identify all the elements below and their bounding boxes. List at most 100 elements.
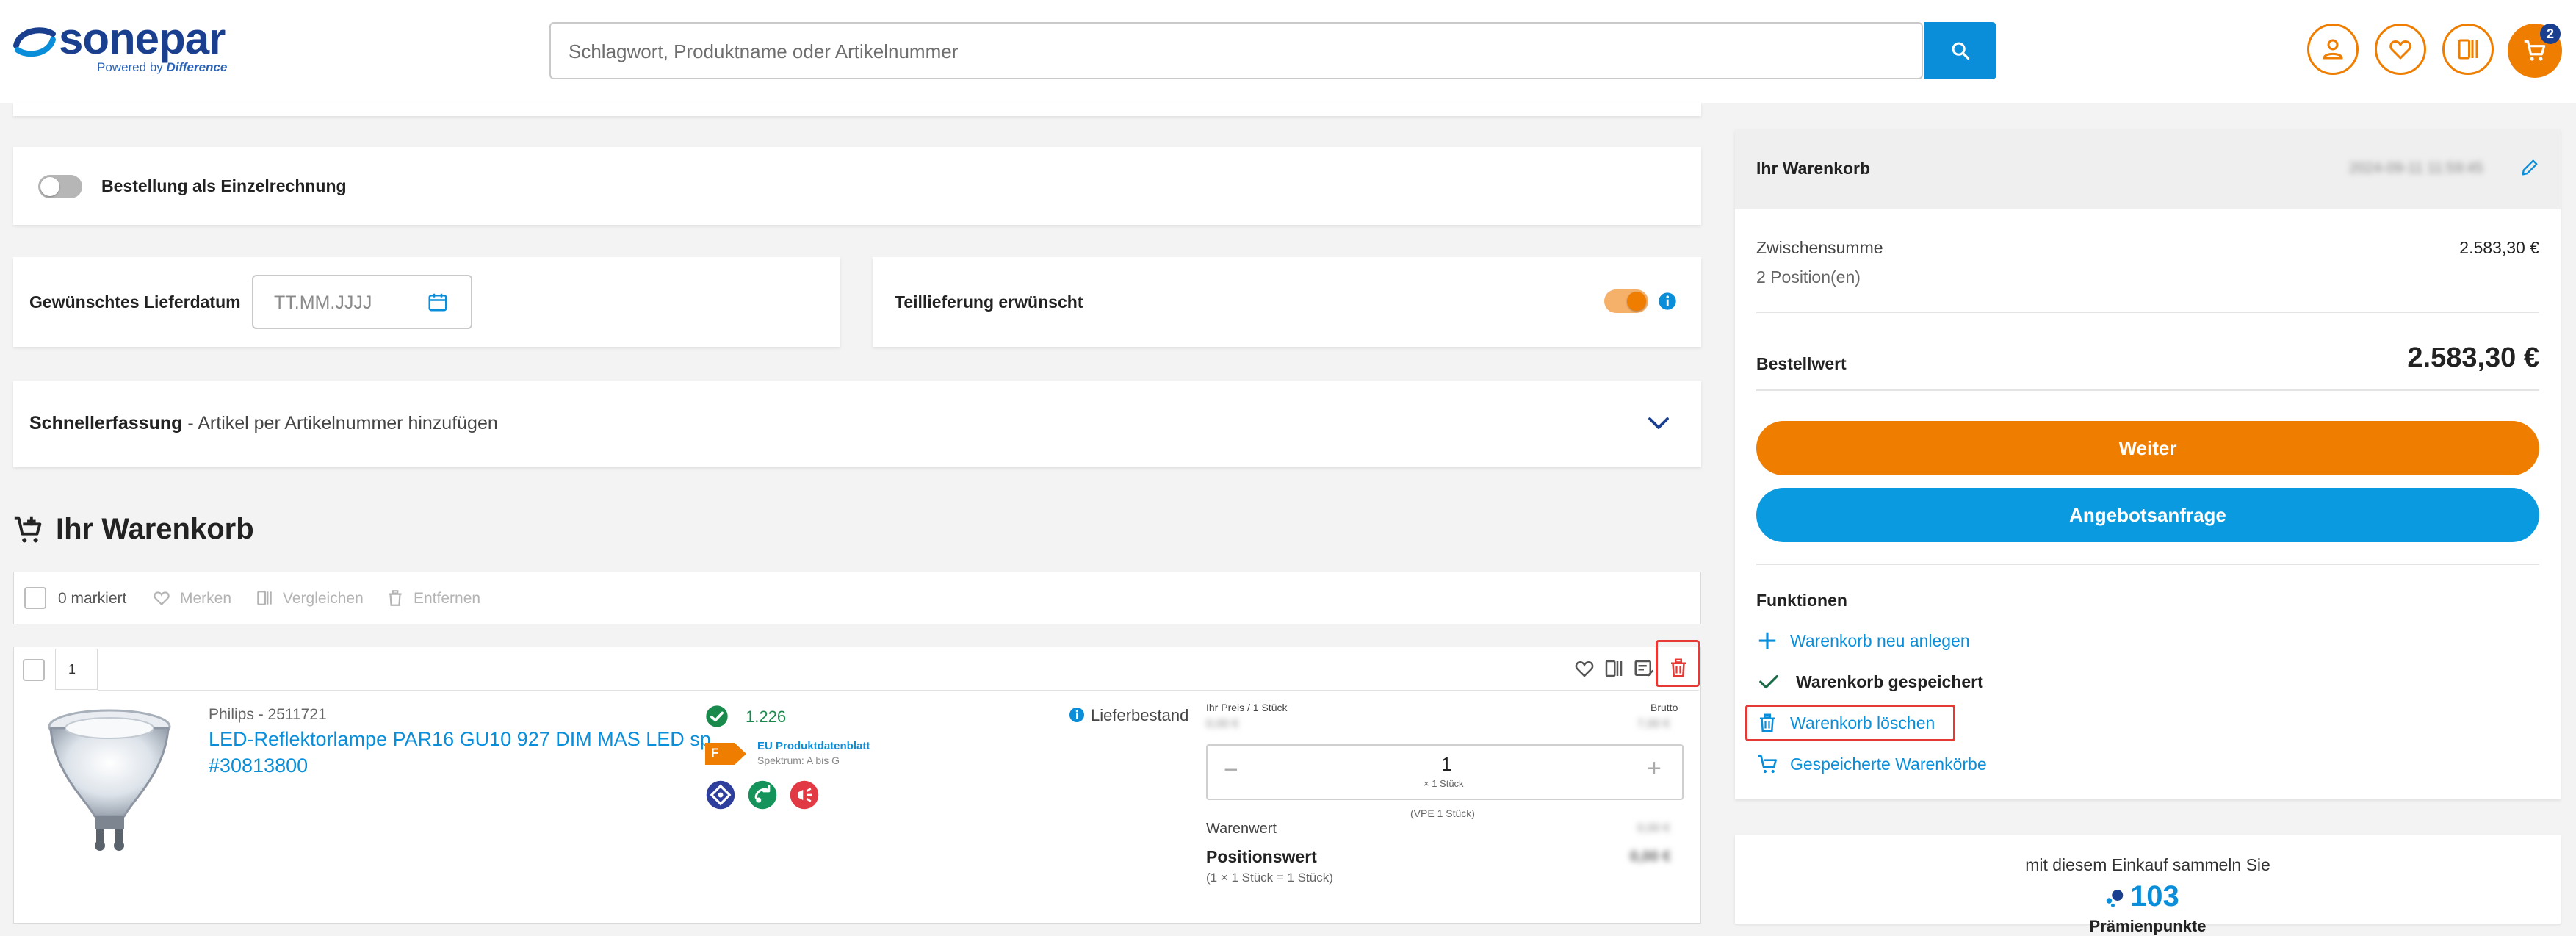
cart-count-badge: 2 xyxy=(2540,24,2561,44)
feature-badge-3-icon xyxy=(790,780,819,810)
compare-button[interactable] xyxy=(2442,24,2494,75)
cart-item: 1 Philips - 2511721 LED-Reflektorlampe P… xyxy=(13,640,1701,924)
item-checkbox[interactable] xyxy=(23,659,45,681)
positions-count: 2 Position(en) xyxy=(1756,267,1861,287)
note-icon[interactable] xyxy=(1633,658,1655,680)
led-lamp-image xyxy=(48,709,171,851)
cart-heading-icon xyxy=(14,516,42,543)
delivery-date-field[interactable]: TT.MM.JJJJ xyxy=(252,275,472,329)
feature-badge-1-icon xyxy=(706,780,735,810)
item-position-box xyxy=(55,649,98,690)
product-brand: Philips - 2511721 xyxy=(209,706,327,723)
summary-divider-2 xyxy=(1756,389,2539,391)
points-value: 103 xyxy=(2130,880,2179,912)
chevron-down-icon[interactable] xyxy=(1644,410,1673,436)
continue-button[interactable]: Weiter xyxy=(1756,421,2539,475)
eu-datasheet-link[interactable]: EU Produktdatenblatt xyxy=(757,740,870,752)
unit-price-label: Ihr Preis / 1 Stück xyxy=(1206,702,1288,713)
gross-label: Brutto xyxy=(1650,702,1678,713)
energy-spectrum: Spektrum: A bis G xyxy=(757,755,840,766)
vpe-info: (VPE 1 Stück) xyxy=(1410,807,1475,819)
saved-carts-label: Gespeicherte Warenkörbe xyxy=(1790,754,1987,774)
single-invoice-card: Bestellung als Einzelrechnung xyxy=(13,147,1701,225)
quote-request-button[interactable]: Angebotsanfrage xyxy=(1756,488,2539,542)
unit-price-value: 0,00 € xyxy=(1206,718,1239,730)
edit-pencil-icon[interactable] xyxy=(2519,157,2540,178)
product-image[interactable] xyxy=(43,706,176,853)
trash-icon[interactable] xyxy=(1667,656,1689,680)
account-button[interactable] xyxy=(2307,24,2359,75)
stock-count: 1.226 xyxy=(746,708,787,726)
cart-icon xyxy=(1758,755,1777,774)
wishlist-button[interactable] xyxy=(2375,24,2426,75)
goods-value: 0,00 € xyxy=(1637,822,1670,835)
search-button[interactable] xyxy=(1924,22,1996,79)
remove-button[interactable]: Entfernen xyxy=(414,590,480,608)
search-field[interactable] xyxy=(549,22,1923,79)
functions-title: Funktionen xyxy=(1756,591,1847,610)
compare-icon[interactable] xyxy=(255,588,274,608)
partial-delivery-label: Teillieferung erwünscht xyxy=(895,292,1083,312)
item-header-divider xyxy=(98,690,1699,691)
delete-cart-link[interactable]: Warenkorb löschen xyxy=(1756,711,1935,735)
subtotal-label: Zwischensumme xyxy=(1756,238,1883,257)
product-name-link[interactable]: LED-Reflektorlampe PAR16 GU10 927 DIM MA… xyxy=(209,728,711,751)
energy-class: F xyxy=(711,746,719,760)
heart-icon[interactable] xyxy=(152,588,171,608)
points-dots-icon xyxy=(2106,890,2124,907)
order-value: 2.583,30 € xyxy=(2407,342,2539,373)
order-value-label: Bestellwert xyxy=(1756,354,1847,373)
quantity-value[interactable]: 1 xyxy=(1441,753,1451,776)
new-cart-link[interactable]: Warenkorb neu anlegen xyxy=(1756,629,1970,652)
summary-divider-3 xyxy=(1756,564,2539,565)
single-invoice-toggle[interactable] xyxy=(38,175,82,198)
compare-button[interactable]: Vergleichen xyxy=(283,590,364,608)
quantity-unit: × 1 Stück xyxy=(1424,778,1464,789)
availability-label: Lieferbestand xyxy=(1091,706,1189,724)
previous-section-edge xyxy=(13,103,1701,116)
info-icon[interactable] xyxy=(1068,706,1086,724)
loyalty-points-card: mit diesem Einkauf sammeln Sie 103 Prämi… xyxy=(1735,835,2561,935)
new-cart-label: Warenkorb neu anlegen xyxy=(1790,630,1970,650)
cart-toolbar: 0 markiert Merken Vergleichen Entfernen xyxy=(13,572,1701,624)
energy-class-badge[interactable]: F xyxy=(705,743,746,765)
position-value-note: (1 × 1 Stück = 1 Stück) xyxy=(1206,871,1333,885)
points-sub: Prämienpunkte xyxy=(2089,917,2207,935)
logo-wordmark: sonepar xyxy=(59,14,226,63)
select-all-checkbox[interactable] xyxy=(24,587,46,609)
summary-divider-1 xyxy=(1756,312,2539,313)
increment-button[interactable]: + xyxy=(1647,755,1662,783)
product-article-number[interactable]: #30813800 xyxy=(209,755,308,777)
quick-entry-panel[interactable]: Schnellerfassung - Artikel per Artikelnu… xyxy=(13,381,1701,467)
delivery-date-placeholder: TT.MM.JJJJ xyxy=(274,292,372,313)
cart-saved-status: Warenkorb gespeichert xyxy=(1756,670,1983,694)
compare-icon xyxy=(2458,39,2478,60)
position-value: 0,00 € xyxy=(1630,849,1671,865)
position-value-label: Positionswert xyxy=(1206,847,1317,866)
quick-entry-title: Schnellerfassung - Artikel per Artikelnu… xyxy=(29,413,498,433)
stock-check-icon xyxy=(706,705,728,727)
delivery-date-label: Gewünschtes Lieferdatum xyxy=(29,292,241,312)
calendar-icon[interactable] xyxy=(427,291,449,313)
compare-icon[interactable] xyxy=(1603,658,1625,680)
plus-icon xyxy=(1758,632,1776,649)
saved-carts-link[interactable]: Gespeicherte Warenkörbe xyxy=(1756,752,1987,776)
logo-tagline: Powered by Difference xyxy=(97,60,228,74)
remember-button[interactable]: Merken xyxy=(180,590,231,608)
partial-delivery-card: Teillieferung erwünscht xyxy=(873,257,1701,347)
decrement-button[interactable]: − xyxy=(1224,756,1238,785)
summary-title: Ihr Warenkorb xyxy=(1756,159,1871,178)
feature-badge-2-icon xyxy=(748,780,777,810)
points-text: mit diesem Einkauf sammeln Sie xyxy=(2025,855,2270,874)
quantity-stepper[interactable]: − 1 × 1 Stück + xyxy=(1206,744,1684,800)
partial-delivery-toggle[interactable] xyxy=(1604,289,1648,313)
heart-icon xyxy=(2389,40,2411,60)
info-icon[interactable] xyxy=(1657,291,1678,312)
item-position: 1 xyxy=(68,662,76,677)
search-input[interactable] xyxy=(567,24,1863,79)
delete-cart-label: Warenkorb löschen xyxy=(1790,713,1935,732)
heart-icon[interactable] xyxy=(1573,658,1595,680)
cart-saved-label: Warenkorb gespeichert xyxy=(1796,672,1983,691)
trash-icon[interactable] xyxy=(386,588,405,608)
delivery-date-card: Gewünschtes Lieferdatum TT.MM.JJJJ xyxy=(13,257,840,347)
